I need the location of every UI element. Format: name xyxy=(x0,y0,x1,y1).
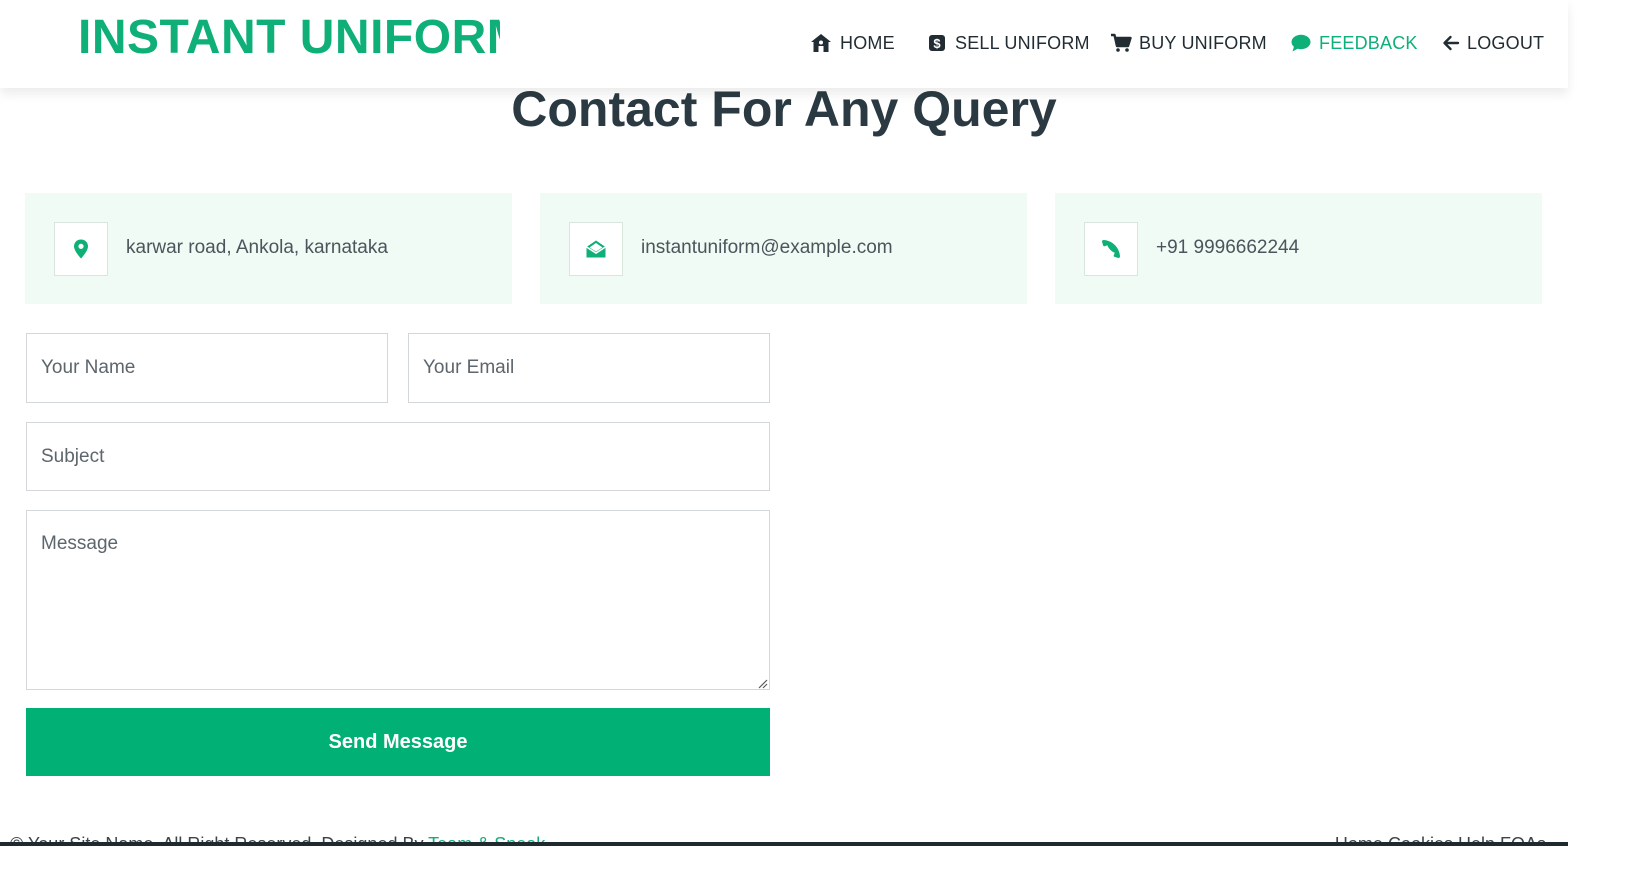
home-icon xyxy=(810,32,832,54)
email-text: instantuniform@example.com xyxy=(641,237,893,258)
nav-item-home[interactable]: HOME xyxy=(810,30,895,56)
envelope-open-icon xyxy=(569,222,623,276)
phone-card: +91 9996662244 xyxy=(1055,193,1542,304)
subject-input[interactable] xyxy=(26,422,770,491)
footer-bar xyxy=(0,842,1568,846)
svg-text:$: $ xyxy=(933,36,941,51)
nav-item-buy-uniform[interactable]: BUY UNIFORM xyxy=(1110,30,1267,56)
comment-icon xyxy=(1290,32,1312,54)
nav-item-logout[interactable]: LOGOUT xyxy=(1440,30,1544,56)
address-card: karwar road, Ankola, karnataka xyxy=(25,193,512,304)
message-textarea[interactable] xyxy=(26,510,770,690)
phone-icon xyxy=(1084,222,1138,276)
cart-icon xyxy=(1110,32,1132,54)
nav-label-buy-uniform: BUY UNIFORM xyxy=(1139,32,1267,53)
dollar-icon: $ xyxy=(926,32,948,54)
navbar: INSTANT UNIFORM HOME $ SELL UNIFORM BUY … xyxy=(0,0,1568,88)
resize-handle-icon[interactable] xyxy=(756,676,768,689)
nav-label-feedback: FEEDBACK xyxy=(1319,32,1418,53)
nav-label-logout: LOGOUT xyxy=(1467,32,1545,53)
footer: © Your Site Name, All Right Reserved. De… xyxy=(0,836,1568,846)
main-nav: HOME $ SELL UNIFORM BUY UNIFORM FEEDBACK xyxy=(0,30,1568,56)
email-card: instantuniform@example.com xyxy=(540,193,1027,304)
phone-text: +91 9996662244 xyxy=(1156,237,1300,258)
nav-label-home: HOME xyxy=(840,32,895,53)
send-message-button[interactable]: Send Message xyxy=(26,708,770,776)
address-text: karwar road, Ankola, karnataka xyxy=(126,237,388,258)
nav-label-sell-uniform: SELL UNIFORM xyxy=(955,32,1090,53)
nav-item-feedback[interactable]: FEEDBACK xyxy=(1290,30,1418,56)
nav-item-sell-uniform[interactable]: $ SELL UNIFORM xyxy=(926,30,1090,56)
map-pin-icon xyxy=(54,222,108,276)
arrow-left-icon xyxy=(1440,32,1462,54)
name-input[interactable] xyxy=(26,333,388,403)
email-input[interactable] xyxy=(408,333,770,403)
